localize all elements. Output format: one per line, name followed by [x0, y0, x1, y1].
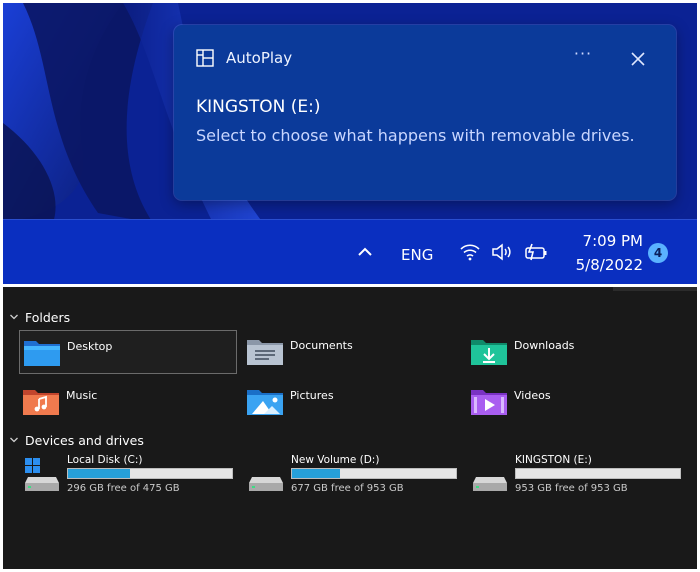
autoplay-icon: [196, 49, 214, 67]
drive-name: New Volume (D:): [291, 454, 380, 466]
drive-free-space: 296 GB free of 475 GB: [67, 483, 180, 494]
folder-label: Pictures: [290, 389, 334, 402]
folder-label: Music: [66, 389, 98, 402]
folder-label: Downloads: [514, 339, 575, 352]
drive-e[interactable]: KINGSTON (E:) 953 GB free of 953 GB: [469, 454, 691, 498]
folder-label: Desktop: [67, 340, 113, 353]
documents-folder-icon: [247, 340, 283, 365]
drive-usage-fill: [68, 469, 130, 478]
wifi-icon[interactable]: [459, 242, 481, 262]
folder-label: Documents: [290, 339, 353, 352]
close-icon[interactable]: [624, 45, 652, 73]
drive-d[interactable]: New Volume (D:) 677 GB free of 953 GB: [245, 454, 467, 498]
drive-icon: [249, 477, 283, 491]
drive-icon: [473, 477, 507, 491]
folder-downloads[interactable]: Downloads: [467, 330, 685, 374]
drive-usage-fill: [292, 469, 340, 478]
more-options-button[interactable]: ···: [568, 43, 598, 71]
notification-count-badge[interactable]: 4: [648, 243, 668, 263]
videos-folder-icon: [471, 390, 507, 415]
battery-charging-icon[interactable]: [523, 243, 549, 261]
folder-music[interactable]: Music: [19, 380, 237, 424]
clock-date[interactable]: 5/8/2022: [563, 256, 643, 274]
pictures-folder-icon: [247, 390, 283, 415]
drive-usage-bar: [67, 468, 233, 479]
clock-time[interactable]: 7:09 PM: [563, 232, 643, 250]
folders-section-header[interactable]: Folders: [9, 308, 70, 326]
language-indicator[interactable]: ENG: [401, 246, 433, 264]
desktop-folder-icon: [24, 341, 60, 366]
notification-body: Select to choose what happens with remov…: [196, 126, 635, 145]
system-drive-icon: [25, 458, 59, 491]
drive-name: KINGSTON (E:): [515, 454, 592, 466]
folder-pictures[interactable]: Pictures: [243, 380, 461, 424]
drive-name: Local Disk (C:): [67, 454, 143, 466]
devices-section-header[interactable]: Devices and drives: [9, 431, 144, 449]
chevron-up-icon[interactable]: [355, 244, 375, 260]
folder-label: Videos: [514, 389, 551, 402]
drive-free-space: 953 GB free of 953 GB: [515, 483, 628, 494]
folder-desktop[interactable]: Desktop: [19, 330, 237, 374]
window-edge: [613, 287, 697, 291]
volume-icon[interactable]: [491, 242, 513, 262]
chevron-down-icon: [10, 437, 18, 443]
drive-c[interactable]: Local Disk (C:) 296 GB free of 475 GB: [21, 454, 243, 498]
notification-title: KINGSTON (E:): [196, 97, 321, 117]
desktop-area: AutoPlay ··· KINGSTON (E:) Select to cho…: [3, 3, 697, 284]
folder-videos[interactable]: Videos: [467, 380, 685, 424]
chevron-down-icon: [10, 314, 18, 320]
file-explorer: Folders Desktop Documents Downloads Musi…: [3, 287, 697, 569]
autoplay-notification[interactable]: AutoPlay ··· KINGSTON (E:) Select to cho…: [174, 25, 676, 200]
devices-heading: Devices and drives: [25, 432, 144, 448]
notification-app-row: AutoPlay: [196, 47, 292, 69]
folder-documents[interactable]: Documents: [243, 330, 461, 374]
drive-usage-bar: [291, 468, 457, 479]
music-folder-icon: [23, 390, 59, 415]
drive-usage-bar: [515, 468, 681, 479]
drive-free-space: 677 GB free of 953 GB: [291, 483, 404, 494]
taskbar: ENG 7:09 PM 5/8/2022 4: [3, 219, 697, 284]
notification-app-name: AutoPlay: [226, 49, 293, 67]
downloads-folder-icon: [471, 340, 507, 365]
folders-heading: Folders: [25, 309, 71, 325]
